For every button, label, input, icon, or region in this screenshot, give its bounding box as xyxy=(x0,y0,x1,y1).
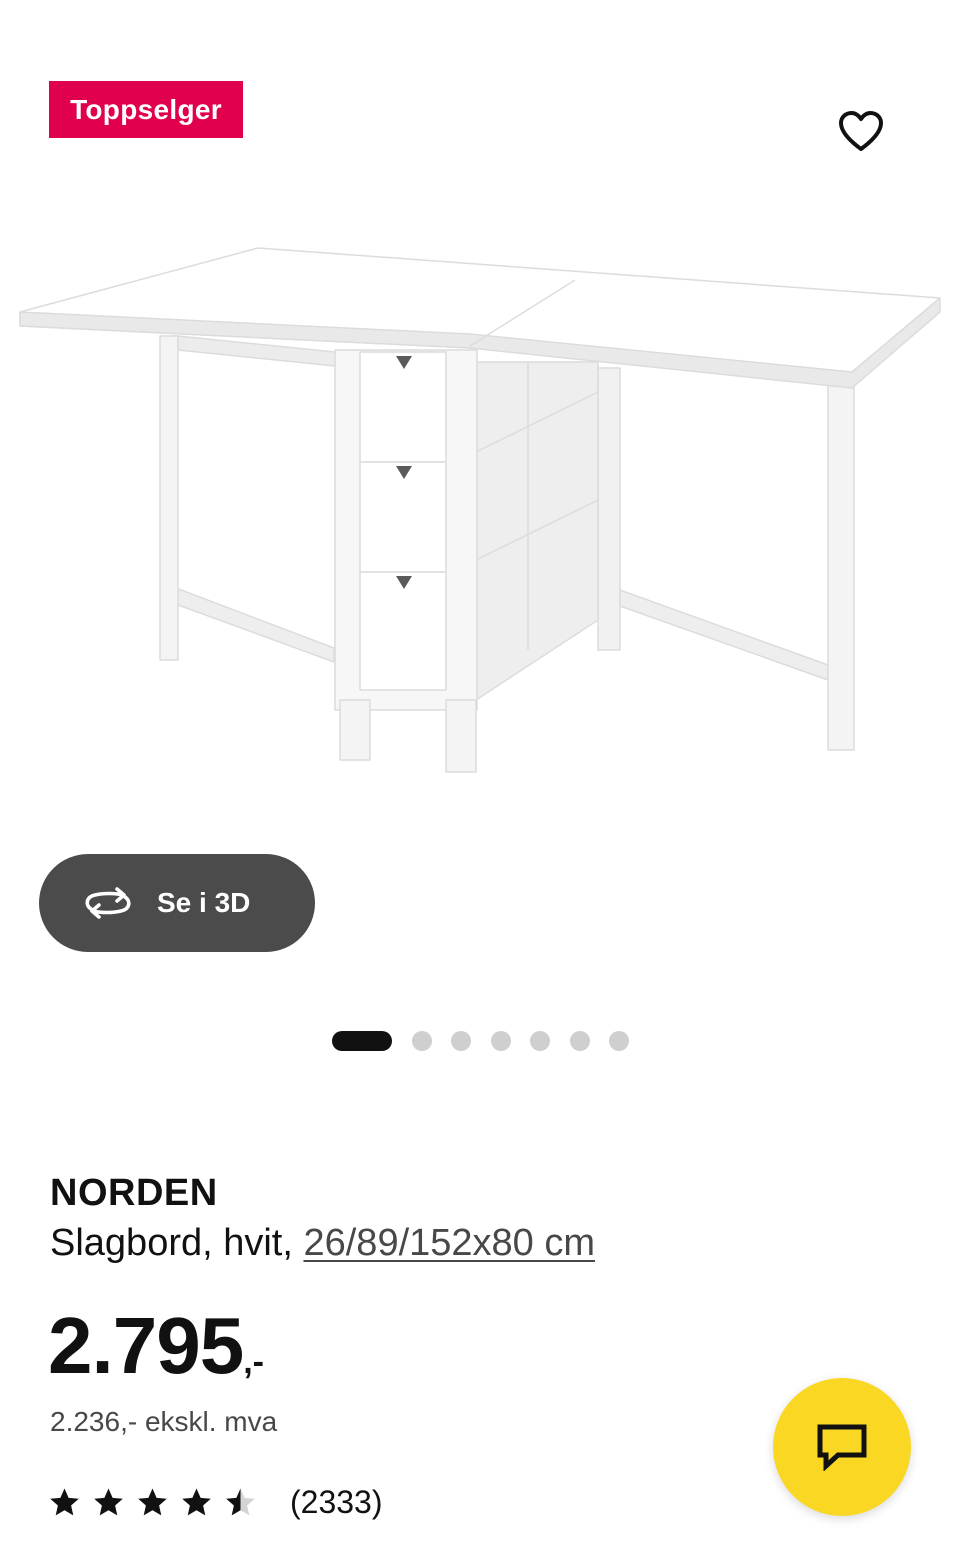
rating-stars xyxy=(48,1486,268,1519)
top-seller-badge: Toppselger xyxy=(49,81,243,138)
star-filled-icon xyxy=(182,1488,211,1516)
image-carousel-indicator xyxy=(332,1031,649,1051)
chat-icon xyxy=(817,1424,867,1471)
add-to-favourites-button[interactable] xyxy=(832,102,890,160)
price-suffix: ,- xyxy=(243,1343,264,1381)
rotate-3d-icon xyxy=(85,887,131,919)
product-name: NORDEN xyxy=(50,1172,218,1214)
product-rating[interactable]: (2333) xyxy=(48,1484,383,1521)
price-excl-vat: 2.236,- ekskl. mva xyxy=(50,1406,278,1437)
rating-count: (2333) xyxy=(290,1484,383,1520)
price-main: 2.795 xyxy=(48,1301,244,1390)
product-type-text: Slagbord, hvit, xyxy=(50,1222,304,1264)
chat-button[interactable] xyxy=(773,1378,911,1516)
carousel-dot[interactable] xyxy=(569,1031,590,1051)
carousel-dot[interactable] xyxy=(411,1031,432,1051)
product-dimensions-link[interactable]: 26/89/152x80 cm xyxy=(303,1222,595,1264)
star-filled-icon xyxy=(138,1488,167,1516)
carousel-dot[interactable] xyxy=(530,1031,550,1051)
carousel-dot[interactable] xyxy=(609,1031,629,1051)
product-price: 2.795,- xyxy=(48,1300,264,1392)
star-half-icon xyxy=(226,1488,255,1516)
heart-outline-icon xyxy=(839,111,883,151)
view-in-3d-label: Se i 3D xyxy=(157,887,251,918)
star-filled-icon xyxy=(94,1488,123,1516)
product-description: Slagbord, hvit, 26/89/152x80 cm xyxy=(50,1222,595,1265)
carousel-dot[interactable] xyxy=(332,1031,392,1051)
carousel-dot[interactable] xyxy=(490,1031,511,1051)
product-image[interactable] xyxy=(0,220,960,780)
carousel-dot[interactable] xyxy=(451,1031,471,1051)
star-filled-icon xyxy=(50,1488,79,1516)
view-in-3d-button[interactable]: Se i 3D xyxy=(39,854,315,952)
